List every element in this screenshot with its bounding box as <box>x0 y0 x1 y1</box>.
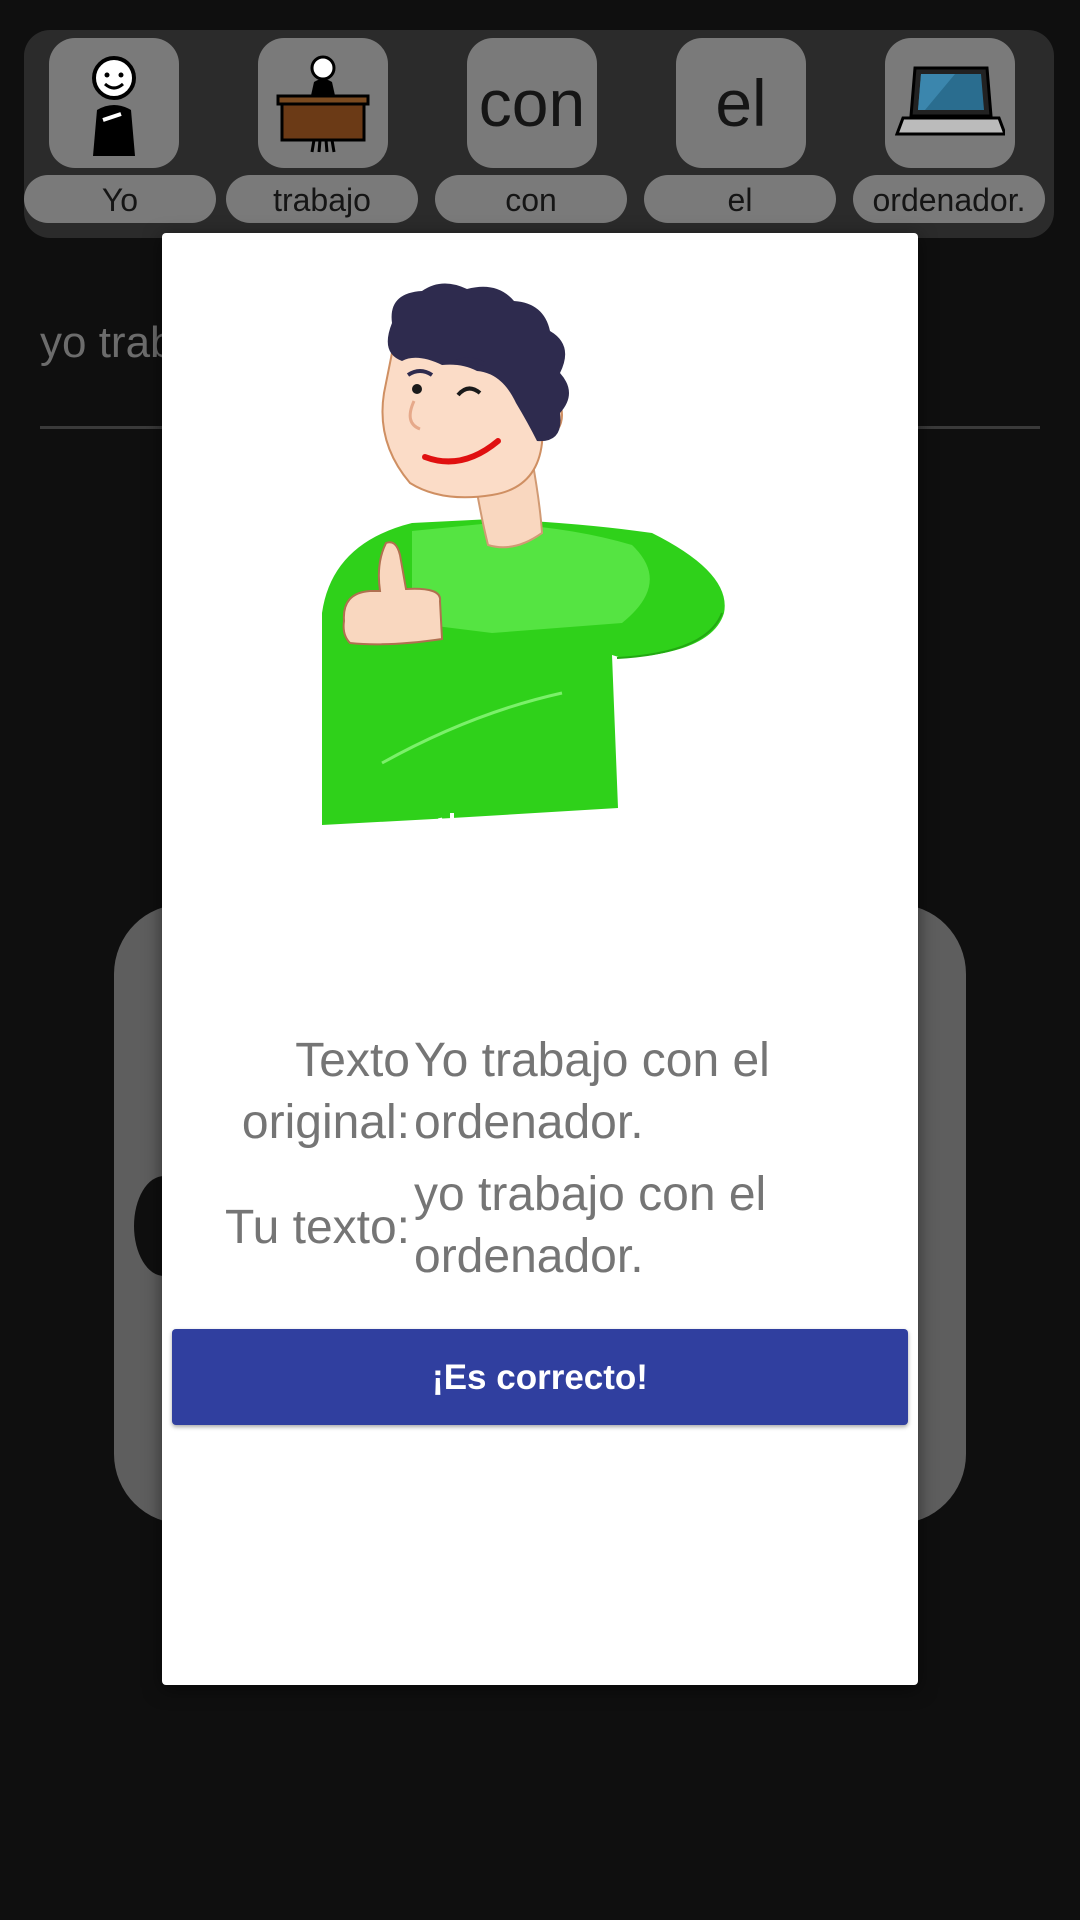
original-text-value: Yo trabajo con el ordenador. <box>414 1034 770 1149</box>
pictogram-word[interactable]: el <box>644 175 836 223</box>
your-text-value: yo trabajo con el ordenador. <box>414 1168 767 1283</box>
original-text-label: Texto original: <box>241 1034 410 1149</box>
result-dialog: Texto original: Yo trabajo con el ordena… <box>162 233 918 1685</box>
pictogram-trabajo[interactable] <box>258 38 388 168</box>
correct-button[interactable]: ¡Es correcto! <box>172 1329 908 1425</box>
your-text-label: Tu texto: <box>225 1201 410 1254</box>
pictogram-yo[interactable] <box>49 38 179 168</box>
pictogram-word[interactable]: trabajo <box>226 175 418 223</box>
pictogram-word[interactable]: con <box>435 175 627 223</box>
pictogram-symbol: con <box>478 66 586 140</box>
person-pointing-self-icon <box>92 56 136 156</box>
thumbs-up-winking-man-icon <box>322 283 725 828</box>
pictogram-word[interactable]: Yo <box>24 175 216 223</box>
pictogram-ordenador[interactable] <box>885 38 1015 168</box>
person-working-at-desk-icon <box>276 55 370 153</box>
pictogram-symbol: el <box>715 66 767 140</box>
pictogram-con[interactable]: con <box>467 38 597 168</box>
laptop-icon <box>895 66 1005 136</box>
pictogram-el[interactable]: el <box>676 38 806 168</box>
pictogram-word[interactable]: ordenador. <box>853 175 1045 223</box>
